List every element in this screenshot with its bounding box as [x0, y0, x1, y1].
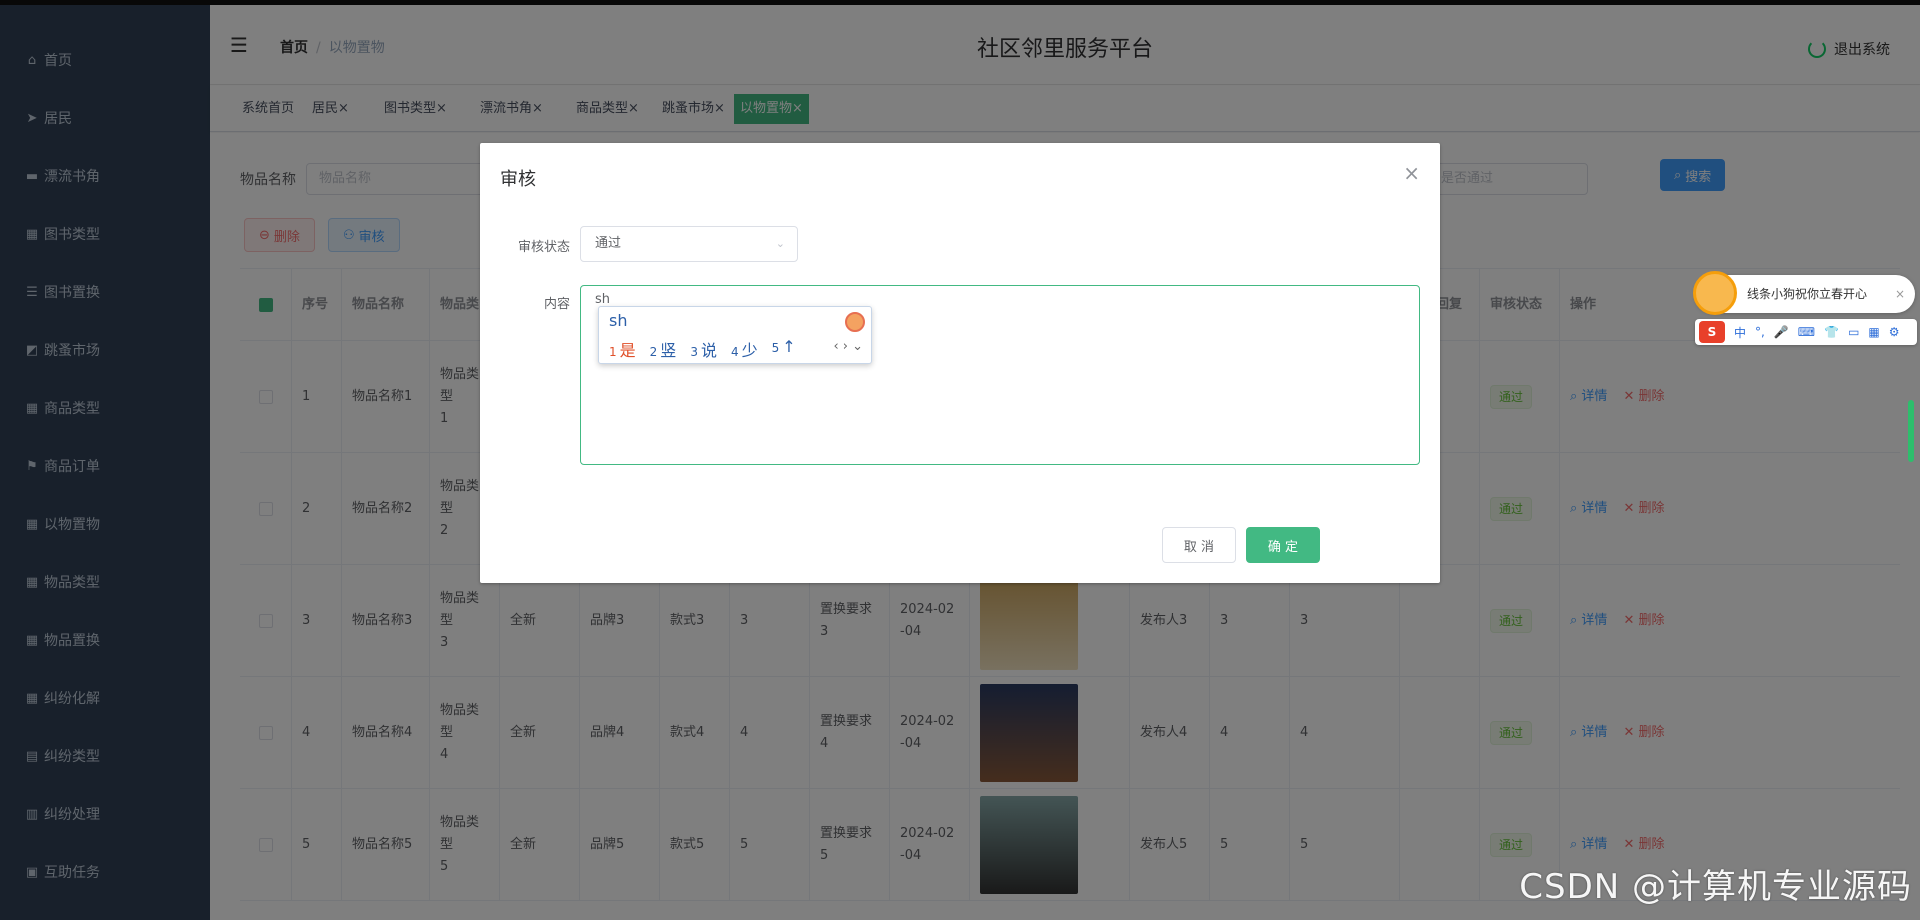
chevron-down-icon: ⌄ [775, 237, 785, 250]
audit-dialog: 审核 × 审核状态 通过 ⌄ 内容 sh sh 1 是 2 竖 3 说 4 少 5 ↑ ‹ › ⌄… [480, 143, 1440, 583]
ime-candidate-text: 竖 [660, 341, 677, 360]
ime-tool-icon[interactable]: 中 [1734, 324, 1746, 341]
ime-tool-icon[interactable]: 🎤 [1774, 325, 1789, 339]
sun-mascot-icon [1693, 271, 1737, 315]
content-label: 内容 [543, 297, 570, 312]
ime-tool-icon[interactable]: 👕 [1824, 325, 1839, 339]
ime-candidate-text: ↑ [782, 337, 796, 356]
ime-candidate-number: 4 [730, 345, 739, 359]
cancel-button[interactable]: 取 消 [1162, 527, 1236, 563]
ime-message: 线条小狗祝你立春开心 [1747, 287, 1868, 301]
ime-toolbar: S 中 °, 🎤 ⌨ 👕 ▭ ▦ ⚙ [1695, 319, 1917, 345]
ime-composition: sh [609, 311, 628, 330]
ime-tool-icon[interactable]: ▭ [1848, 325, 1859, 339]
ime-candidate-popup: sh 1 是 2 竖 3 说 4 少 5 ↑ ‹ › ⌄ [598, 306, 872, 364]
scrollbar[interactable] [1908, 400, 1914, 462]
ime-tool-icon[interactable]: °, [1755, 325, 1765, 339]
ime-skin-icon[interactable] [845, 312, 865, 332]
ime-candidate-number: 3 [690, 345, 698, 359]
ime-candidate-number: 2 [649, 345, 658, 359]
ime-candidate-text: 是 [619, 341, 636, 360]
ime-candidate-number: 5 [771, 341, 780, 355]
ime-candidate-text: 说 [700, 341, 717, 360]
ime-tool-icon[interactable]: ⌨ [1798, 325, 1815, 339]
content-text: sh [595, 292, 611, 307]
dialog-title: 审核 [500, 169, 536, 190]
ime-candidate[interactable]: 5 ↑ [772, 337, 796, 361]
ime-candidate-number: 1 [609, 345, 617, 359]
confirm-button[interactable]: 确 定 [1246, 527, 1320, 563]
ime-tool-icon[interactable]: ▦ [1868, 325, 1879, 339]
ime-pager[interactable]: ‹ › ⌄ [833, 339, 863, 354]
ime-message-bubble[interactable]: 线条小狗祝你立春开心 × [1693, 271, 1915, 315]
ime-candidates: 1 是 2 竖 3 说 4 少 5 ↑ [609, 337, 796, 361]
sogou-logo-icon[interactable]: S [1699, 321, 1725, 343]
status-select[interactable]: 通过 ⌄ [580, 226, 798, 262]
ime-candidate[interactable]: 2竖 [650, 337, 677, 361]
ime-candidate[interactable]: 1是 [609, 337, 636, 361]
close-icon[interactable]: × [1403, 161, 1420, 185]
close-icon[interactable]: × [1895, 275, 1905, 313]
ime-candidate[interactable]: 3说 [690, 337, 717, 361]
status-select-value: 通过 [595, 236, 622, 251]
watermark: CSDN @计算机专业源码 [1519, 867, 1912, 907]
ime-candidate[interactable]: 4少 [731, 337, 758, 361]
ime-floating-widget: 线条小狗祝你立春开心 × S 中 °, 🎤 ⌨ 👕 ▭ ▦ ⚙ [1693, 271, 1917, 347]
status-label: 审核状态 [517, 240, 570, 255]
ime-candidate-text: 少 [741, 341, 758, 360]
ime-tool-icon[interactable]: ⚙ [1889, 325, 1900, 339]
